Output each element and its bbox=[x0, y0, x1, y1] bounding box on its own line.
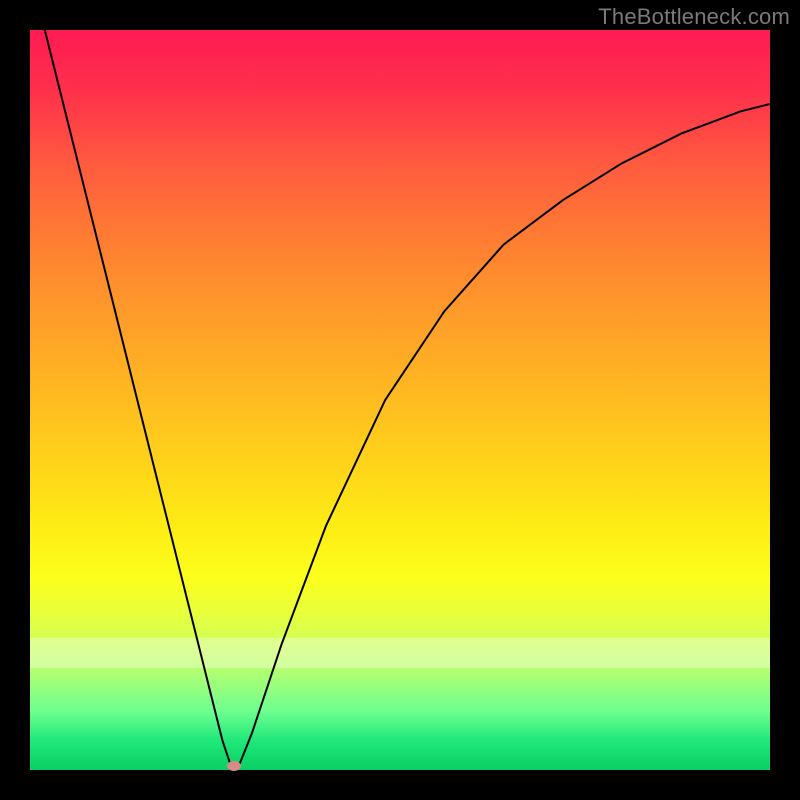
chart-container: TheBottleneck.com bbox=[0, 0, 800, 800]
curve-svg bbox=[30, 30, 770, 770]
attribution-text: TheBottleneck.com bbox=[598, 4, 790, 30]
curve-line bbox=[45, 30, 770, 770]
minimum-marker bbox=[227, 761, 241, 771]
